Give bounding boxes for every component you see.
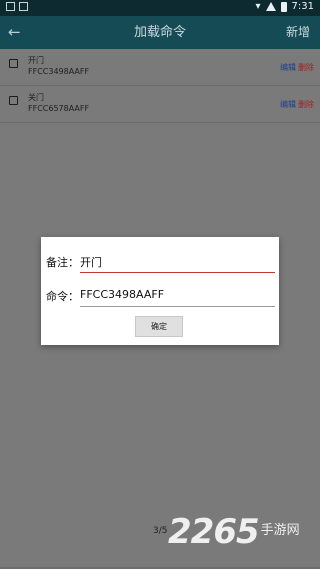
list-item[interactable]: 开门 FFCC3498AAFF 编辑 删除 — [0, 49, 320, 86]
watermark-number: 2265 — [168, 512, 260, 552]
status-bar: ▾ 7:31 — [0, 0, 320, 16]
note-underline — [80, 271, 275, 273]
checkbox[interactable] — [9, 96, 18, 105]
command-name: 开门 — [28, 56, 44, 65]
page-indicator: 3/5 — [153, 526, 168, 536]
notification-icon — [19, 2, 28, 11]
watermark-logo: 2265 手游网 — [168, 510, 300, 554]
command-code: FFCC3498AAFF — [28, 67, 90, 76]
command-underline — [80, 306, 275, 307]
delete-button[interactable]: 删除 — [298, 99, 314, 110]
edit-button[interactable]: 编辑 — [280, 99, 296, 110]
page-title: 加载命令 — [133, 25, 186, 40]
notification-icons — [6, 2, 28, 11]
watermark-site: 手游网 — [260, 523, 300, 538]
add-button[interactable]: 新增 — [286, 16, 310, 49]
status-time: 7:31 — [291, 1, 314, 12]
confirm-button[interactable]: 确定 — [135, 316, 183, 337]
note-input[interactable]: 开门 — [80, 254, 102, 270]
app-bar: ← 加载命令 新增 — [0, 16, 320, 49]
command-list: 开门 FFCC3498AAFF 编辑 删除 关门 FFCC6578AAFF 编辑… — [0, 49, 320, 123]
battery-icon — [280, 1, 287, 12]
command-field[interactable]: 命令： FFCC3498AAFF — [46, 283, 275, 307]
checkbox[interactable] — [9, 59, 18, 68]
signal-icon — [265, 2, 276, 11]
delete-button[interactable]: 删除 — [298, 62, 314, 73]
note-label: 备注： — [46, 256, 79, 269]
note-field[interactable]: 备注： 开门 — [46, 249, 275, 273]
command-name: 关门 — [28, 93, 44, 102]
wifi-icon: ▾ — [255, 1, 261, 12]
list-item[interactable]: 关门 FFCC6578AAFF 编辑 删除 — [0, 86, 320, 123]
status-right: ▾ 7:31 — [256, 1, 315, 12]
command-label: 命令： — [46, 290, 79, 303]
edit-button[interactable]: 编辑 — [280, 62, 296, 73]
notification-icon — [6, 2, 15, 11]
edit-command-dialog: 备注： 开门 命令： FFCC3498AAFF 确定 — [41, 237, 279, 345]
command-code: FFCC6578AAFF — [28, 104, 90, 113]
command-input[interactable]: FFCC3498AAFF — [80, 288, 164, 301]
